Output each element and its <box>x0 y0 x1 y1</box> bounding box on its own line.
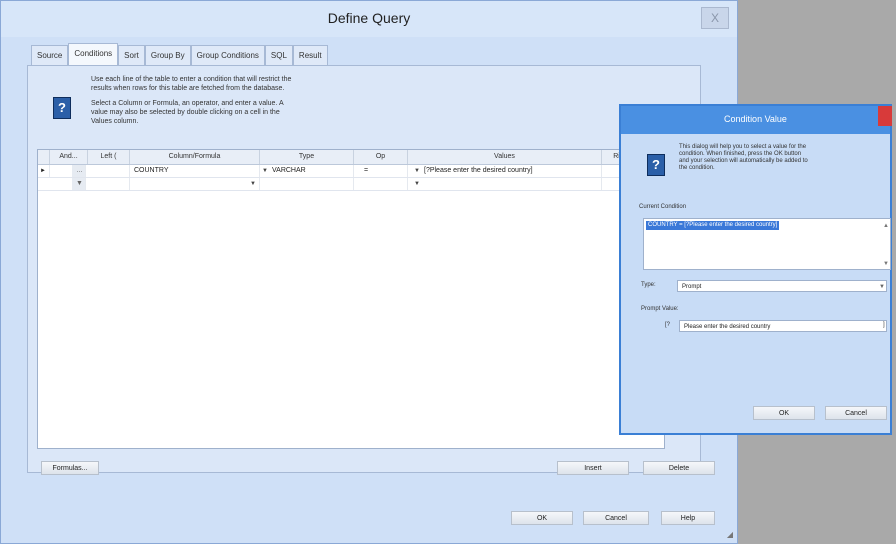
col-left-paren[interactable]: Left ( <box>88 150 130 164</box>
andor-cell[interactable]: ... <box>72 165 86 177</box>
formulas-button[interactable]: Formulas... <box>41 461 99 475</box>
tab-conditions[interactable]: Conditions <box>68 43 119 66</box>
column-cell[interactable] <box>130 178 260 190</box>
current-condition-field[interactable]: COUNTRY = [?Please enter the desired cou… <box>643 218 891 270</box>
type-cell[interactable] <box>260 178 354 190</box>
prompt-value-input[interactable]: Please enter the desired country <box>679 320 887 332</box>
table-row[interactable]: ► ... COUNTRY VARCHAR ▼ = ▼ [?Please ent… <box>38 165 664 178</box>
cancel-button[interactable]: Cancel <box>583 511 649 525</box>
tab-sql[interactable]: SQL <box>264 45 293 65</box>
condition-value-dialog: Condition Value ? This dialog will help … <box>619 104 892 435</box>
grid-header: And... Left ( Column/Formula Type Op Val… <box>38 150 664 165</box>
instructions-text: Use each line of the table to enter a co… <box>91 76 292 125</box>
dropdown-arrow-icon[interactable]: ▼ <box>250 178 256 190</box>
tab-source[interactable]: Source <box>31 45 69 65</box>
scroll-down-icon[interactable]: ▼ <box>883 261 889 267</box>
left-paren-cell[interactable] <box>88 165 130 177</box>
tab-strip: Source Conditions Sort Group By Group Co… <box>31 43 328 66</box>
desktop-background <box>738 440 896 544</box>
current-condition-label: Current Condition <box>639 204 687 210</box>
dialog-title: Condition Value <box>724 114 787 124</box>
close-icon[interactable] <box>878 106 892 126</box>
col-op[interactable]: Op <box>354 150 408 164</box>
window-title: Define Query <box>327 10 411 26</box>
row-indicator-icon: ► <box>38 165 50 177</box>
close-icon[interactable]: X <box>701 7 729 29</box>
col-type[interactable]: Type <box>260 150 354 164</box>
tab-sort[interactable]: Sort <box>118 45 145 65</box>
type-label: Type: <box>641 282 656 288</box>
resize-grip-icon[interactable]: ◢ <box>727 530 733 539</box>
value-cell[interactable] <box>418 178 602 190</box>
dropdown-arrow-icon[interactable]: ▼ <box>262 165 268 177</box>
chevron-down-icon[interactable]: ▼ <box>879 281 885 293</box>
prompt-suffix: ] <box>883 322 885 328</box>
dialog-title-bar: Condition Value <box>621 106 892 134</box>
insert-button[interactable]: Insert <box>557 461 629 475</box>
ok-button[interactable]: OK <box>511 511 573 525</box>
scroll-up-icon[interactable]: ▲ <box>883 223 889 229</box>
title-bar: Define Query X <box>1 1 737 37</box>
prompt-prefix: [? <box>665 322 671 328</box>
col-and-or[interactable]: And... <box>50 150 88 164</box>
delete-button[interactable]: Delete <box>643 461 715 475</box>
col-column-formula[interactable]: Column/Formula <box>130 150 260 164</box>
andor-cell[interactable]: ▼ <box>72 178 86 190</box>
table-row[interactable]: ▼ ▼ ▼ <box>38 178 664 191</box>
type-cell[interactable]: VARCHAR <box>260 165 354 177</box>
conditions-grid[interactable]: And... Left ( Column/Formula Type Op Val… <box>37 149 665 449</box>
prompt-value-label: Prompt Value: <box>641 306 679 312</box>
help-icon: ? <box>647 154 665 176</box>
dialog-ok-button[interactable]: OK <box>753 406 815 420</box>
help-button[interactable]: Help <box>661 511 715 525</box>
tab-group-conditions[interactable]: Group Conditions <box>190 45 265 65</box>
dialog-description: This dialog will help you to select a va… <box>679 144 808 171</box>
dialog-cancel-button[interactable]: Cancel <box>825 406 887 420</box>
column-cell[interactable]: COUNTRY <box>130 165 260 177</box>
type-select[interactable]: Prompt ▼ <box>677 280 887 292</box>
tab-group-by[interactable]: Group By <box>144 45 191 65</box>
value-cell[interactable]: [?Please enter the desired country] <box>418 165 602 177</box>
op-cell[interactable] <box>354 178 408 190</box>
left-paren-cell[interactable] <box>88 178 130 190</box>
tab-result[interactable]: Result <box>292 45 328 65</box>
help-icon: ? <box>53 97 71 119</box>
current-condition-text: COUNTRY = [?Please enter the desired cou… <box>646 221 780 230</box>
col-values[interactable]: Values <box>408 150 602 164</box>
op-cell[interactable]: = <box>354 165 408 177</box>
